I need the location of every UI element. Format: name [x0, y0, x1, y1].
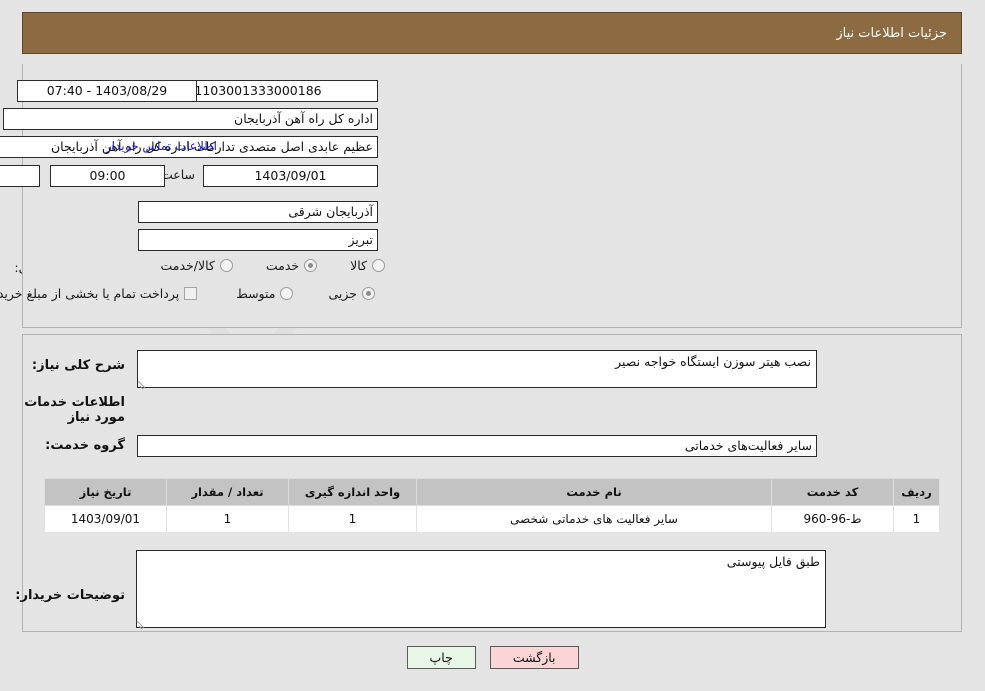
td-unit: 1: [288, 505, 417, 533]
td-need-date: 1403/09/01: [44, 505, 167, 533]
back-button[interactable]: بازگشت: [489, 646, 579, 669]
th-quantity: تعداد / مقدار: [166, 478, 289, 506]
category-radio-kala[interactable]: [372, 259, 385, 272]
process-label-jozei: جزیی: [328, 286, 357, 301]
general-description-textarea[interactable]: [137, 350, 817, 388]
services-table: ردیف کد خدمت نام خدمت واحد اندازه گیری ت…: [44, 478, 940, 533]
buyer-org-value: اداره کل راه آهن آذربایجان: [3, 108, 378, 130]
province-value: آذربایجان شرقی: [138, 201, 378, 223]
td-quantity: 1: [166, 505, 289, 533]
process-label-motevaset: متوسط: [236, 286, 276, 301]
process-type-options: جزیی متوسط پرداخت تمام یا بخشی از مبلغ خ…: [0, 286, 375, 301]
deadline-time-value: 09:00: [50, 165, 165, 187]
category-label-kala-khedmat: کالا/خدمت: [160, 258, 215, 273]
public-announce-value: 1403/08/29 - 07:40: [17, 80, 197, 102]
service-group-label: گروه خدمت:: [45, 438, 125, 453]
th-service-code: کد خدمت: [771, 478, 894, 506]
table-row: 1 ط-96-960 سایر فعالیت های خدماتی شخصی 1…: [44, 505, 940, 533]
print-button[interactable]: چاپ: [406, 646, 476, 669]
service-group-value: سایر فعالیت‌های خدماتی: [137, 435, 817, 457]
td-service-name: سایر فعالیت های خدماتی شخصی: [416, 505, 772, 533]
action-buttons: بازگشت چاپ: [0, 646, 985, 669]
buyer-contact-link[interactable]: اطلاعات تماس خریدار: [106, 139, 217, 153]
deadline-time-label: ساعت: [160, 167, 195, 182]
process-radio-jozei[interactable]: [362, 287, 375, 300]
deadline-date-value: 1403/09/01: [203, 165, 378, 187]
category-options: کالا خدمت کالا/خدمت: [155, 258, 385, 273]
buyer-notes-label: توضیحات خریدار:: [15, 588, 125, 603]
th-unit: واحد اندازه گیری: [288, 478, 417, 506]
process-radio-motevaset[interactable]: [280, 287, 294, 300]
table-header-row: ردیف کد خدمت نام خدمت واحد اندازه گیری ت…: [44, 478, 940, 506]
page-title: جزئیات اطلاعات نیاز: [836, 25, 947, 41]
td-service-code: ط-96-960: [771, 505, 894, 533]
category-radio-khedmat[interactable]: [304, 259, 318, 272]
td-row-no: 1: [893, 505, 940, 533]
category-label-kala: کالا: [350, 258, 367, 273]
th-service-name: نام خدمت: [416, 478, 772, 506]
services-section-title: اطلاعات خدمات مورد نیاز: [24, 395, 125, 425]
th-need-date: تاریخ نیاز: [44, 478, 167, 506]
category-radio-kala-khedmat[interactable]: [219, 259, 233, 272]
services-table-wrap: ردیف کد خدمت نام خدمت واحد اندازه گیری ت…: [44, 478, 940, 533]
treasury-bond-note: پرداخت تمام یا بخشی از مبلغ خرید،از محل …: [0, 286, 180, 301]
th-row-no: ردیف: [893, 478, 940, 506]
page-root: AnaTender.net جزئیات اطلاعات نیاز شماره …: [0, 0, 985, 691]
deadline-days-value: 2: [0, 165, 40, 187]
treasury-bond-checkbox[interactable]: [184, 287, 198, 300]
category-label-khedmat: خدمت: [265, 258, 300, 273]
buyer-notes-textarea[interactable]: [136, 550, 826, 628]
city-value: تبریز: [138, 229, 378, 251]
general-description-label: شرح کلی نیاز:: [31, 358, 125, 373]
page-title-bar: جزئیات اطلاعات نیاز: [22, 12, 962, 54]
